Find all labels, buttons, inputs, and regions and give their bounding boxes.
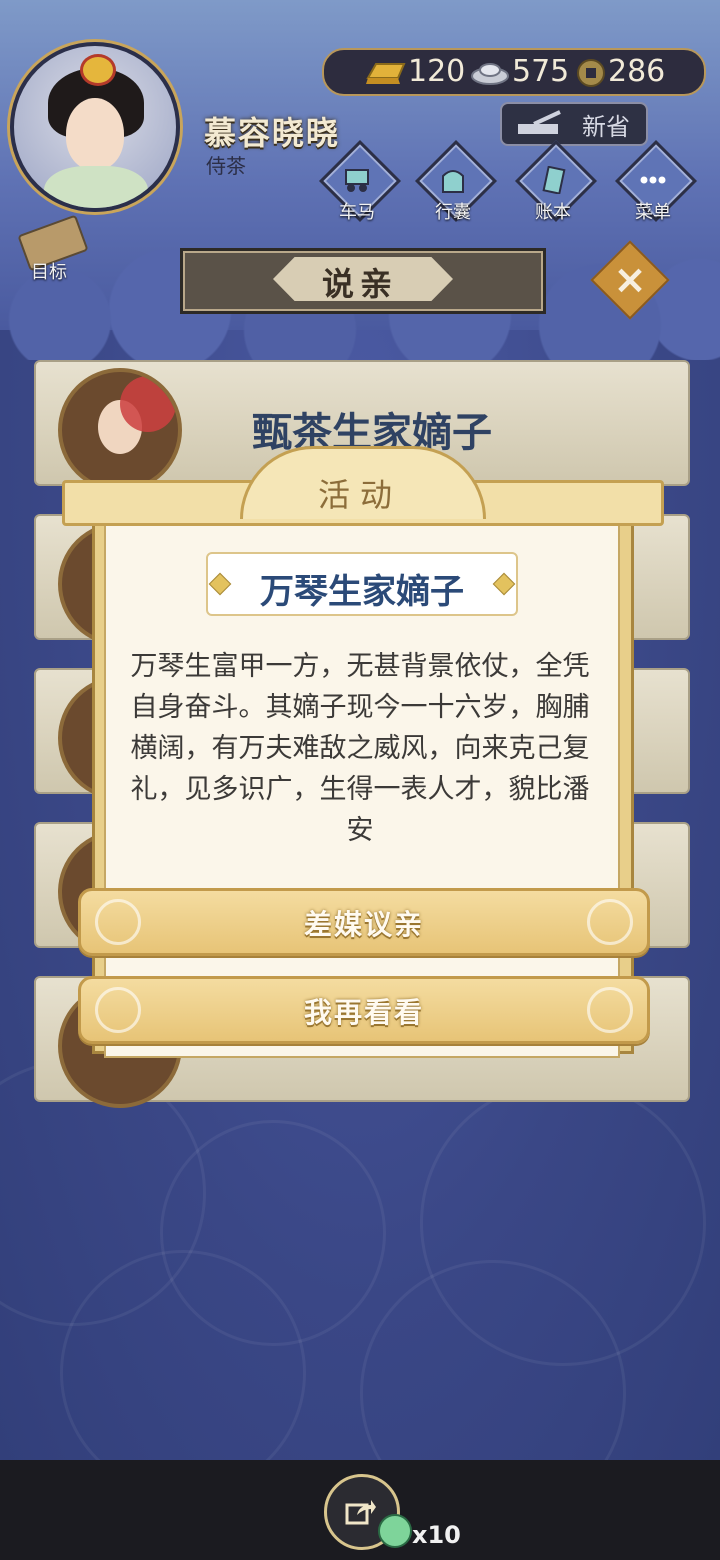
- ministry-label: 新省: [582, 113, 630, 141]
- look-again-label: 我再看看: [303, 996, 424, 1029]
- token-count: x10: [412, 1521, 461, 1549]
- gold-ingot-icon: [366, 63, 406, 84]
- goal-label: 目标: [31, 262, 67, 283]
- bag-icon: [442, 170, 464, 193]
- gold-value: 120: [408, 54, 466, 89]
- ledger-label: 账本: [535, 202, 571, 223]
- carriage-button[interactable]: 车马: [316, 139, 402, 223]
- coin-value: 286: [608, 54, 666, 89]
- avatar-face: [66, 98, 124, 170]
- carriage-icon: [345, 169, 369, 192]
- ledger-button[interactable]: 账本: [512, 139, 598, 223]
- popup-description: 万琴生富甲一方，无甚背景依仗，全凭自身奋斗。其嫡子现今一十六岁，胸脯横阔，有万夫…: [130, 651, 590, 846]
- cloud-ornament-icon: [587, 987, 633, 1033]
- more-icon: [640, 176, 666, 184]
- silver-value: 575: [512, 54, 570, 89]
- close-icon: ×: [613, 257, 647, 303]
- carriage-label: 车马: [339, 202, 375, 223]
- copper-coin-icon: [577, 59, 605, 87]
- inkstone-icon: [518, 110, 561, 134]
- more-menu-button[interactable]: 菜单: [612, 139, 698, 223]
- send-matchmaker-button[interactable]: 差媒议亲: [78, 888, 650, 956]
- popup-header: 活动: [62, 446, 664, 526]
- popup-title: 万琴生家嫡子: [260, 572, 464, 612]
- ministry-button[interactable]: 新省: [500, 102, 648, 146]
- parasol-icon: [120, 376, 176, 432]
- jade-token-icon: [378, 1514, 412, 1548]
- player-title: 侍茶: [206, 154, 246, 178]
- ledger-icon: [542, 166, 566, 194]
- page-title: 说亲: [321, 265, 398, 303]
- popup-header-title: 活动: [317, 476, 402, 514]
- page-title-banner: 说亲: [180, 248, 546, 314]
- goal-button[interactable]: 目标: [8, 214, 90, 284]
- avatar-ornament: [80, 54, 116, 86]
- player-avatar[interactable]: [10, 42, 180, 212]
- currency-bar: 120 575 286: [322, 48, 706, 96]
- cloud-ornament-icon: [587, 899, 633, 945]
- bag-button[interactable]: 行囊: [412, 139, 498, 223]
- popup-title-plate: 万琴生家嫡子: [206, 552, 518, 616]
- share-icon: [345, 1500, 376, 1525]
- bag-label: 行囊: [435, 202, 471, 223]
- avatar-robe: [44, 166, 148, 208]
- send-matchmaker-label: 差媒议亲: [303, 908, 424, 941]
- more-label: 菜单: [635, 202, 671, 223]
- silver-ingot-icon: [471, 63, 509, 85]
- look-again-button[interactable]: 我再看看: [78, 976, 650, 1044]
